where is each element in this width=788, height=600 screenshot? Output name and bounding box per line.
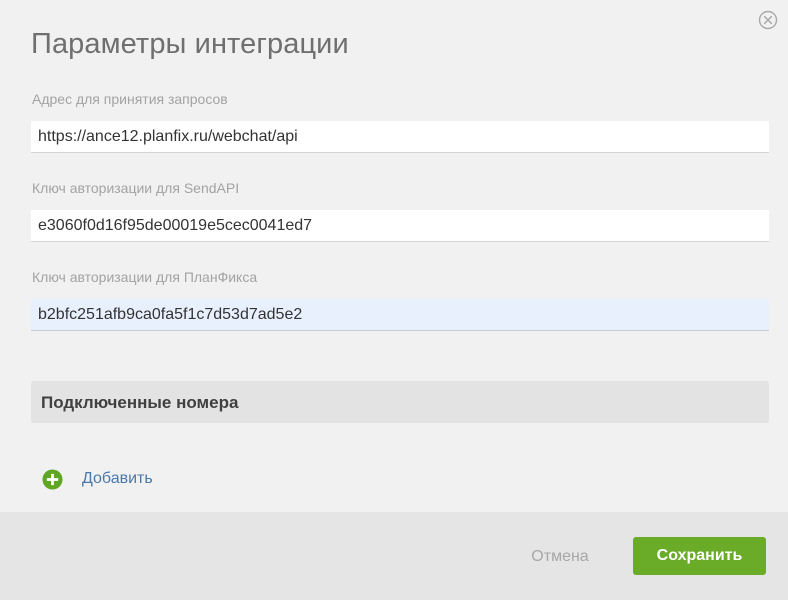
add-number-label[interactable]: Добавить xyxy=(82,470,153,488)
sendapi-key-input[interactable] xyxy=(31,210,769,242)
cancel-button[interactable]: Отмена xyxy=(520,546,600,568)
add-number-button[interactable]: Добавить xyxy=(42,468,153,490)
close-icon[interactable] xyxy=(758,10,778,30)
sendapi-key-label: Ключ авторизации для SendAPI xyxy=(32,180,240,196)
connected-numbers-header: Подключенные номера xyxy=(31,381,769,423)
planfix-key-input[interactable] xyxy=(31,299,769,331)
dialog-title: Параметры интеграции xyxy=(31,28,349,60)
connected-numbers-title: Подключенные номера xyxy=(41,393,239,412)
webhook-url-label: Адрес для принятия запросов xyxy=(32,91,228,107)
webhook-url-input[interactable] xyxy=(31,121,769,153)
plus-circle-icon xyxy=(42,469,63,489)
integration-settings-dialog: Параметры интеграции Адрес для принятия … xyxy=(0,0,788,600)
save-button[interactable]: Сохранить xyxy=(633,537,766,575)
dialog-footer: Отмена Сохранить xyxy=(0,512,788,600)
planfix-key-label: Ключ авторизации для ПланФикса xyxy=(32,269,258,285)
